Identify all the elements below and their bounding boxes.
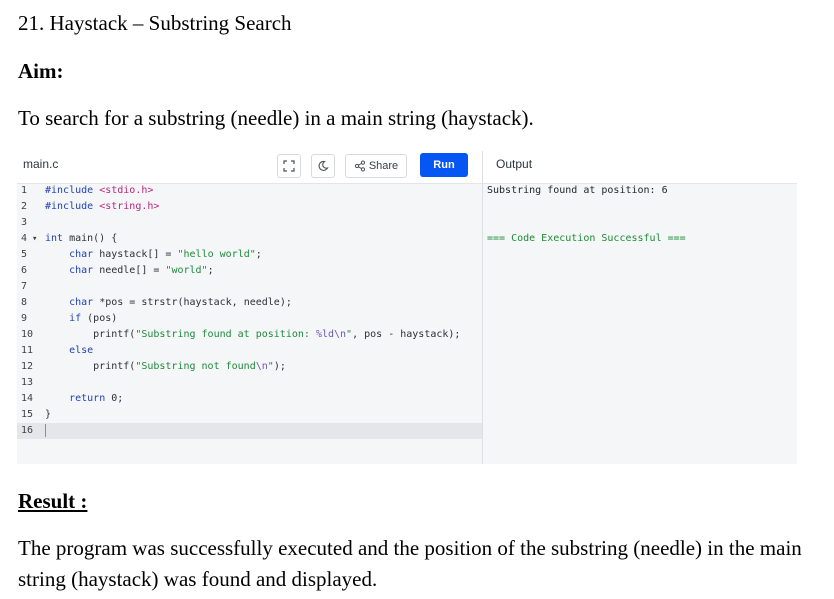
code-line[interactable]: 6 char needle[] = "world";	[17, 263, 482, 279]
code-line[interactable]: 12 printf("Substring not found\n");	[17, 359, 482, 375]
code-text: char haystack[] = "hello world";	[69, 249, 262, 260]
code-line[interactable]: 5 char haystack[] = "hello world";	[17, 247, 482, 263]
line-number: 10	[21, 329, 34, 340]
code-text: int main() {	[45, 233, 118, 244]
code-text: char *pos = strstr(haystack, needle);	[69, 297, 292, 308]
file-tab[interactable]: main.c	[23, 157, 58, 171]
code-line[interactable]: 7	[17, 279, 482, 295]
share-label: Share	[368, 160, 399, 172]
line-number: 2	[21, 201, 28, 212]
result-text: The program was successfully executed an…	[18, 536, 802, 591]
line-number: 3	[21, 217, 28, 228]
fullscreen-button[interactable]	[277, 154, 301, 178]
code-text	[45, 423, 46, 439]
code-text: printf("Substring not found\n");	[45, 361, 286, 372]
code-editor[interactable]: 1 #include <stdio.h> 2 #include <string.h> 3…	[17, 183, 482, 439]
code-line[interactable]: 10 printf("Substring found at position: …	[17, 327, 482, 343]
code-toolbar: main.c Share Run	[17, 151, 482, 184]
code-text: printf("Substring found at position: %ld…	[45, 329, 461, 340]
code-line[interactable]: 14 return 0;	[17, 391, 482, 407]
code-line[interactable]: 3	[17, 215, 482, 231]
line-number: 7	[21, 281, 28, 292]
code-line[interactable]: 13	[17, 375, 482, 391]
code-line[interactable]: 1 #include <stdio.h>	[17, 183, 482, 199]
line-number: 6	[21, 265, 28, 276]
output-header: Output	[483, 151, 797, 184]
fold-toggle-icon[interactable]: ▾	[32, 231, 40, 247]
line-number: 15	[21, 409, 34, 420]
code-text: #include <string.h>	[45, 201, 160, 212]
code-text: if (pos)	[69, 313, 118, 324]
code-text: return 0;	[69, 393, 124, 404]
line-number: 11	[21, 345, 34, 356]
code-line[interactable]: 15}	[17, 407, 482, 423]
code-line[interactable]: 11 else	[17, 343, 482, 359]
online-compiler-screenshot: main.c Share Run 1 #include <stdio.h> 2 …	[17, 151, 797, 464]
output-pane: Output Substring found at position: 6 ==…	[483, 151, 797, 464]
line-number: 5	[21, 249, 28, 260]
code-line[interactable]: 9 if (pos)	[17, 311, 482, 327]
output-success-line: === Code Execution Successful ===	[487, 233, 686, 244]
theme-toggle-button[interactable]	[311, 154, 335, 178]
line-number: 8	[21, 297, 28, 308]
line-number: 12	[21, 361, 34, 372]
line-number: 9	[21, 313, 28, 324]
share-button[interactable]: Share	[345, 154, 407, 178]
text-cursor	[45, 423, 46, 437]
line-number: 14	[21, 393, 34, 404]
code-text: #include <stdio.h>	[45, 185, 154, 196]
document-title: 21. Haystack – Substring Search	[18, 11, 292, 35]
share-icon	[354, 160, 365, 172]
aim-text: To search for a substring (needle) in a …	[18, 106, 534, 130]
aim-heading: Aim:	[18, 59, 64, 83]
code-text: else	[69, 345, 94, 356]
code-line[interactable]: 8 char *pos = strstr(haystack, needle);	[17, 295, 482, 311]
line-number: 1	[21, 185, 28, 196]
code-pane: main.c Share Run 1 #include <stdio.h> 2 …	[17, 151, 482, 464]
fullscreen-icon	[283, 160, 295, 172]
code-line[interactable]: 2 #include <string.h>	[17, 199, 482, 215]
code-text: }	[45, 409, 52, 420]
code-line[interactable]: 4 ▾ int main() {	[17, 231, 482, 247]
output-title: Output	[496, 157, 533, 171]
line-number: 16	[21, 425, 34, 436]
run-button[interactable]: Run	[420, 153, 468, 177]
output-line: Substring found at position: 6	[487, 185, 668, 196]
code-line[interactable]: 16	[17, 423, 482, 439]
code-text: char needle[] = "world";	[69, 265, 214, 276]
theme-toggle-icon	[318, 160, 329, 171]
line-number: 13	[21, 377, 34, 388]
result-heading: Result :	[18, 489, 88, 513]
